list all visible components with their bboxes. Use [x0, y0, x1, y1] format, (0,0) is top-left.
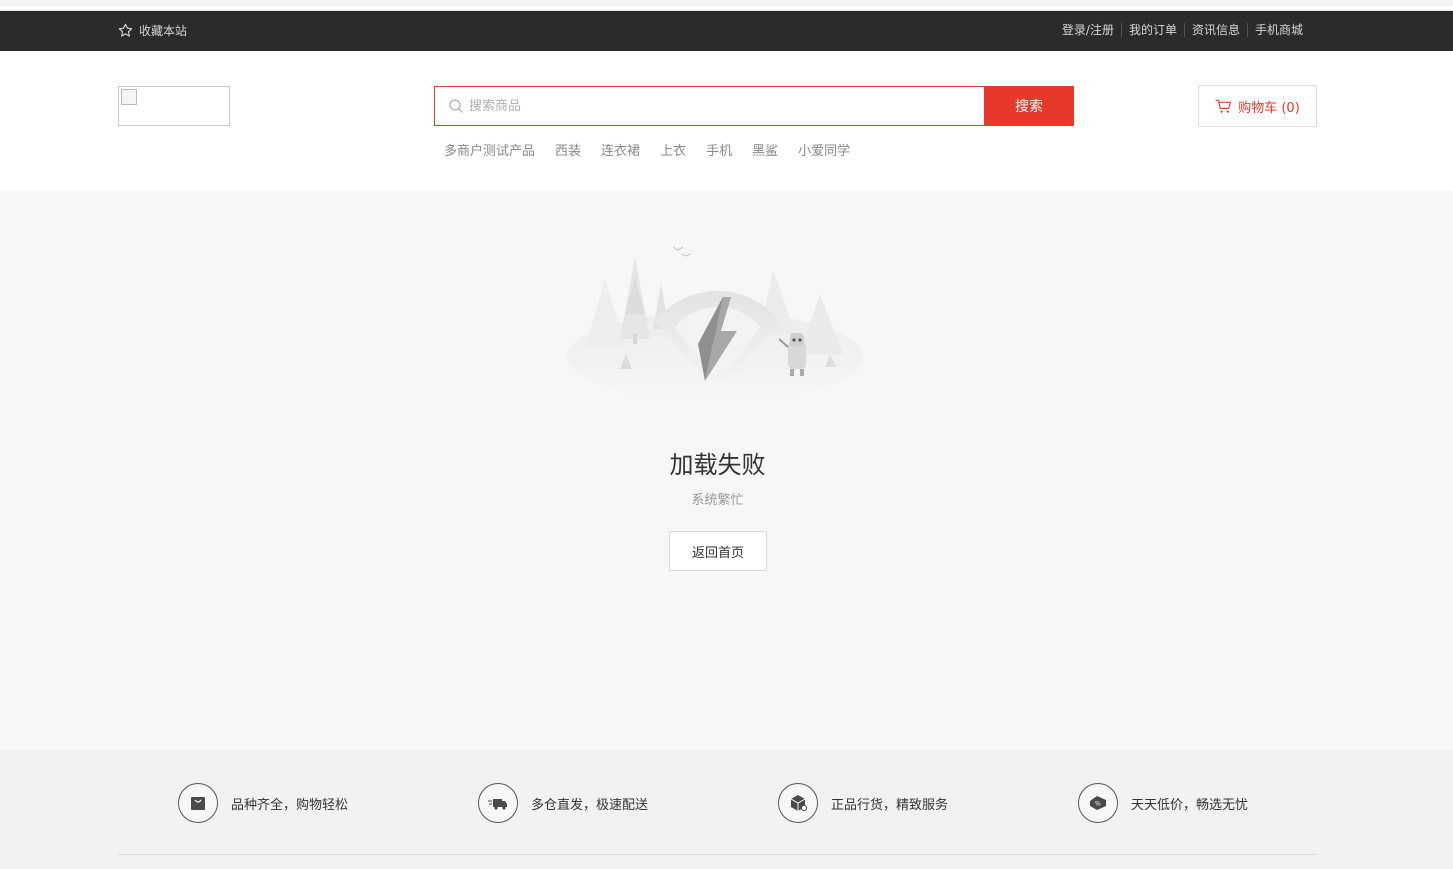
service-label: 正品行货，精致服务	[831, 797, 949, 813]
browser-chrome-strip	[0, 0, 1453, 11]
cart-button[interactable]: 购物车 (0)	[1198, 85, 1317, 127]
shopping-bag-icon	[191, 797, 205, 810]
top-bar: 收藏本站 登录/注册 我的订单 资讯信息 手机商城	[0, 11, 1453, 51]
search-bar: 搜索	[434, 86, 1074, 126]
svg-text:%: %	[1095, 801, 1101, 808]
site-header: 搜索 多商户测试产品 西装 连衣裙 上衣 手机 黑鲨 小爱同学 购物车 (0)	[0, 51, 1453, 191]
hot-word[interactable]: 连衣裙	[601, 140, 640, 159]
service-item: 正品行货，精致服务	[778, 783, 948, 823]
search-input[interactable]	[469, 98, 949, 114]
error-title: 加载失败	[669, 451, 766, 479]
hot-word[interactable]: 手机	[706, 140, 732, 159]
main-content: 加载失败 系统繁忙 返回首页	[0, 191, 1453, 751]
my-orders-link[interactable]: 我的订单	[1120, 23, 1184, 37]
hot-search-words: 多商户测试产品 西装 连衣裙 上衣 手机 黑鲨 小爱同学	[444, 140, 870, 159]
service-icon-circle	[778, 783, 818, 823]
news-link[interactable]: 资讯信息	[1183, 23, 1247, 37]
hot-word[interactable]: 多商户测试产品	[444, 140, 535, 159]
service-promises: 品种齐全，购物轻松 多仓直发，极速配送 正品行货，精致服务 % 天天低价，畅选无…	[118, 751, 1318, 854]
service-icon-circle	[478, 783, 518, 823]
shopping-cart-icon	[1215, 99, 1232, 113]
service-item: % 天天低价，畅选无忧	[1078, 783, 1248, 823]
hot-word[interactable]: 小爱同学	[798, 140, 850, 159]
star-icon	[118, 23, 133, 37]
site-footer: 品种齐全，购物轻松 多仓直发，极速配送 正品行货，精致服务 % 天天低价，畅选无…	[0, 751, 1453, 869]
login-register-link[interactable]: 登录/注册	[1055, 23, 1121, 37]
footer-divider	[118, 854, 1318, 855]
load-failed-illustration	[567, 246, 863, 402]
hot-word[interactable]: 西装	[555, 140, 581, 159]
cart-label: 购物车 (0)	[1238, 100, 1300, 116]
favorite-site-link[interactable]: 收藏本站	[118, 22, 187, 39]
service-item: 多仓直发，极速配送	[478, 783, 648, 823]
hot-word[interactable]: 黑鲨	[752, 140, 778, 159]
error-subtitle: 系统繁忙	[691, 493, 744, 508]
top-links: 登录/注册 我的订单 资讯信息 手机商城	[1055, 23, 1310, 37]
search-icon	[449, 99, 463, 113]
search-button[interactable]: 搜索	[984, 86, 1074, 126]
hot-word[interactable]: 上衣	[660, 140, 686, 159]
delivery-truck-icon	[488, 799, 507, 810]
service-icon-circle	[178, 783, 218, 823]
discount-tag-icon: %	[1090, 796, 1106, 810]
back-home-button[interactable]: 返回首页	[669, 531, 767, 571]
site-logo[interactable]	[118, 86, 230, 126]
package-icon	[790, 795, 808, 812]
service-label: 品种齐全，购物轻松	[231, 797, 349, 813]
mobile-mall-link[interactable]: 手机商城	[1246, 23, 1310, 37]
service-label: 天天低价，畅选无忧	[1131, 797, 1249, 813]
service-item: 品种齐全，购物轻松	[178, 783, 348, 823]
favorite-site-label: 收藏本站	[139, 24, 188, 38]
service-icon-circle: %	[1078, 783, 1118, 823]
search-box	[434, 86, 984, 126]
service-label: 多仓直发，极速配送	[531, 797, 649, 813]
